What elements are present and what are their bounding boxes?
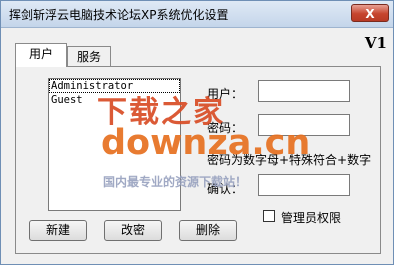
confirm-input[interactable] [258,174,350,196]
title-bar[interactable]: 挥剑斩浮云电脑技术论坛XP系统优化设置 X [1,1,393,28]
admin-checkbox[interactable] [263,210,275,222]
new-user-button[interactable]: 新建 [29,220,87,241]
window-title: 挥剑斩浮云电脑技术论坛XP系统优化设置 [9,8,229,22]
tab-users[interactable]: 用户 [15,43,67,67]
dialog-window: 挥剑斩浮云电脑技术论坛XP系统优化设置 X V1 用户 服务 Administr… [0,0,394,265]
password-hint: 密码为数字母+特殊符合+数字 [207,153,372,167]
username-label: 用户： [207,87,244,101]
password-input[interactable] [258,114,350,136]
list-item[interactable]: Administrator [49,79,180,93]
tab-services[interactable]: 服务 [67,46,111,67]
admin-checkbox-label: 管理员权限 [281,211,342,225]
delete-user-button[interactable]: 删除 [179,220,237,241]
confirm-label: 确认： [207,182,244,196]
list-item[interactable]: Guest [49,93,180,107]
password-label: 密码： [207,121,244,135]
close-button[interactable]: X [351,4,389,22]
version-label: V1 [364,34,387,52]
change-password-button[interactable]: 改密 [104,220,162,241]
username-input[interactable] [258,80,350,102]
user-listbox[interactable]: Administrator Guest [48,78,181,211]
